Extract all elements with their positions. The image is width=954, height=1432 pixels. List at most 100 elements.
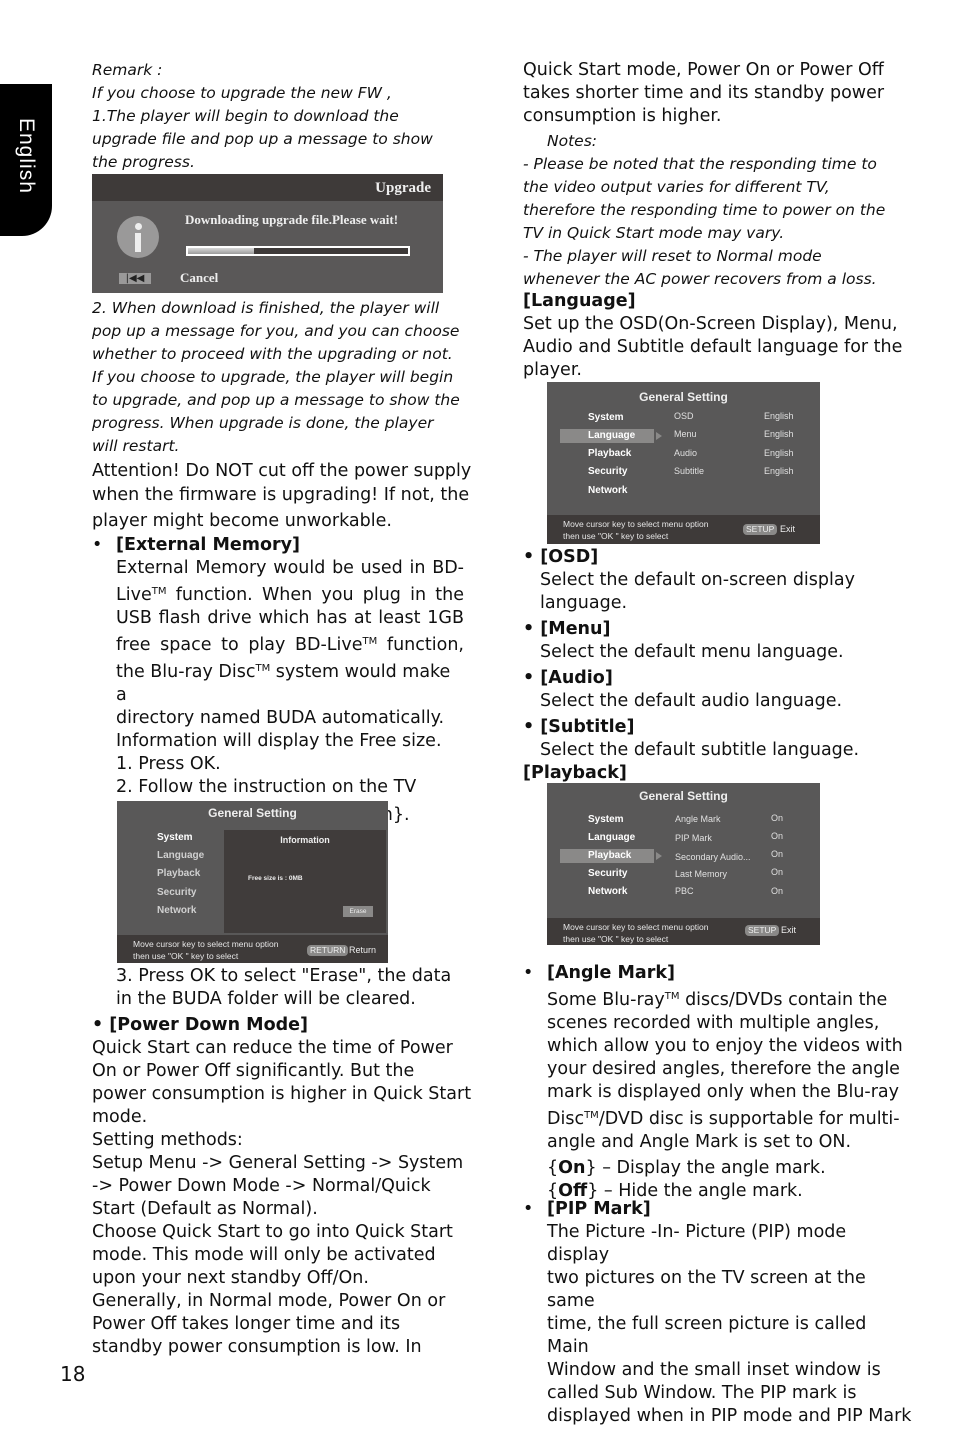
arrow-right-icon [656,432,662,440]
bullet: • [92,535,103,555]
option-secondary-audio-label[interactable]: Secondary Audio... [675,852,751,862]
remark-line: the progress. [92,153,195,171]
step-line: in the BUDA folder will be cleared. [116,989,416,1009]
attention-line: when the firmware is upgrading! If not, … [92,485,470,505]
option-audio-label[interactable]: Audio [674,448,697,458]
panel-title: Information [280,835,330,845]
screen-title: General Setting [208,806,297,820]
information-panel: Information Free size is : 0MB Erase [224,830,386,933]
remark-line: If you choose to upgrade the new FW , [92,84,392,102]
language-setting-screen: General Setting System Language Playback… [547,382,820,544]
body-line: Quick Start mode, Power On or Power Off [523,60,884,80]
option-menu-label[interactable]: Menu [674,429,697,439]
menu-item-language[interactable]: Language [157,850,204,861]
setup-key[interactable]: SETUP [743,524,778,535]
menu-item-security[interactable]: Security [588,466,627,477]
option-pbc-label[interactable]: PBC [675,886,694,896]
note-line: TV in Quick Start mode may vary. [523,224,785,242]
menu-item-security[interactable]: Security [588,868,627,879]
page-number: 18 [60,1362,86,1386]
option-audio-value[interactable]: English [764,448,794,458]
audio-heading: • [Audio] [523,668,613,688]
cancel-button[interactable]: Cancel [180,270,218,286]
hint-text: Move cursor key to select menu option th… [563,519,709,541]
menu-item-network[interactable]: Network [157,905,196,916]
body-line: takes shorter time and its standby power [523,83,885,103]
body-line: Setup Menu -> General Setting -> System [92,1153,464,1173]
playback-heading: [Playback] [523,763,627,783]
body-line: language. [540,593,628,613]
step2-line: will restart. [92,437,180,455]
remark-line: 1.The player will begin to download the [92,107,399,125]
option-subtitle-label[interactable]: Subtitle [674,466,704,476]
body-line: Set up the OSD(On-Screen Display), Menu, [523,314,898,334]
body-line: Quick Start can reduce the time of Power [92,1038,453,1058]
body-line: power consumption is higher in Quick Sta… [92,1084,472,1104]
menu-item-playback[interactable]: Playback [588,850,631,861]
erase-button[interactable]: Erase [343,906,373,917]
body-line: Power Off takes longer time and its [92,1314,401,1334]
option-last-memory-value[interactable]: On [771,867,783,877]
body-line: mode. This mode will only be activated [92,1245,436,1265]
body-line: On or Power Off significantly. But the [92,1061,415,1081]
notes-heading: Notes: [547,132,597,150]
screen-title: General Setting [639,789,728,803]
option-menu-value[interactable]: English [764,429,794,439]
option-osd-label[interactable]: OSD [674,411,694,421]
option-osd-value[interactable]: English [764,411,794,421]
exit-label: Exit [780,524,796,534]
menu-item-language[interactable]: Language [588,430,635,441]
option-subtitle-value[interactable]: English [764,466,794,476]
info-icon [117,216,159,258]
step2-line: whether to proceed with the upgrading or… [92,345,453,363]
menu-item-system[interactable]: System [588,412,624,423]
quick-start-continued: Quick Start mode, Power On or Power Off … [523,59,913,128]
menu-item-playback[interactable]: Playback [588,448,631,459]
step2-line: progress. When upgrade is done, the play… [92,414,434,432]
menu-item-network[interactable]: Network [588,886,627,897]
body-line: Select the default on-screen display [540,570,855,590]
body-line: your desired angles, therefore the angle [547,1059,900,1079]
body-line: Select the default subtitle language. [540,740,860,760]
menu-item-security[interactable]: Security [157,887,196,898]
option-last-memory-label[interactable]: Last Memory [675,869,727,879]
menu-item-language[interactable]: Language [588,832,635,843]
information-screen: General Setting System Language Playback… [117,801,388,963]
return-key[interactable]: RETURN [307,945,349,956]
option-pip-mark-label[interactable]: PIP Mark [675,833,712,843]
upgrade-dialog: Upgrade Downloading upgrade file.Please … [92,174,443,293]
menu-item-network[interactable]: Network [588,485,627,496]
arrow-right-icon [656,852,662,860]
setup-key[interactable]: SETUP [745,925,780,936]
remark-block: Remark : If you choose to upgrade the ne… [92,59,472,174]
body-line: mode. [92,1107,148,1127]
menu-item-system[interactable]: System [588,814,624,825]
remark-heading: Remark : [92,61,163,79]
language-items: • [OSD] Select the default on-screen dis… [523,546,913,785]
body-line: Choose Quick Start to go into Quick Star… [92,1222,453,1242]
screen-footer: Move cursor key to select menu option th… [547,918,820,945]
option-pbc-value[interactable]: On [771,886,783,896]
option-angle-mark-label[interactable]: Angle Mark [675,814,721,824]
body-line: angle and Angle Mark is set to ON. [547,1132,852,1152]
body-line: Window and the small inset window is [547,1360,881,1380]
attention-line: Attention! Do NOT cut off the power supp… [92,461,472,481]
body-line: -> Power Down Mode -> Normal/Quick [92,1176,431,1196]
menu-item-playback[interactable]: Playback [157,868,200,879]
body-line: External Memory would be used in BD- [116,558,464,578]
upgrade-progress-fill [188,248,254,254]
external-memory-section: • [External Memory] External Memory woul… [92,534,464,827]
angle-mark-heading: [Angle Mark] [547,963,675,983]
option-angle-mark-value[interactable]: On [771,813,783,823]
body-line: called Sub Window. The PIP mark is [547,1383,857,1403]
skip-back-icon[interactable]: |◀◀ [119,273,151,284]
body-line: Start (Default as Normal). [92,1199,318,1219]
menu-item-system[interactable]: System [157,832,193,843]
body-line: mark is displayed only when the Blu-ray [547,1082,900,1102]
option-secondary-audio-value[interactable]: On [771,849,783,859]
note-line: therefore the responding time to power o… [523,201,886,219]
body-line: player. [523,360,582,380]
upgrade-progress-bar [186,246,410,256]
option-pip-mark-value[interactable]: On [771,831,783,841]
option-on-line: {On} – Display the angle mark. [547,1158,826,1178]
